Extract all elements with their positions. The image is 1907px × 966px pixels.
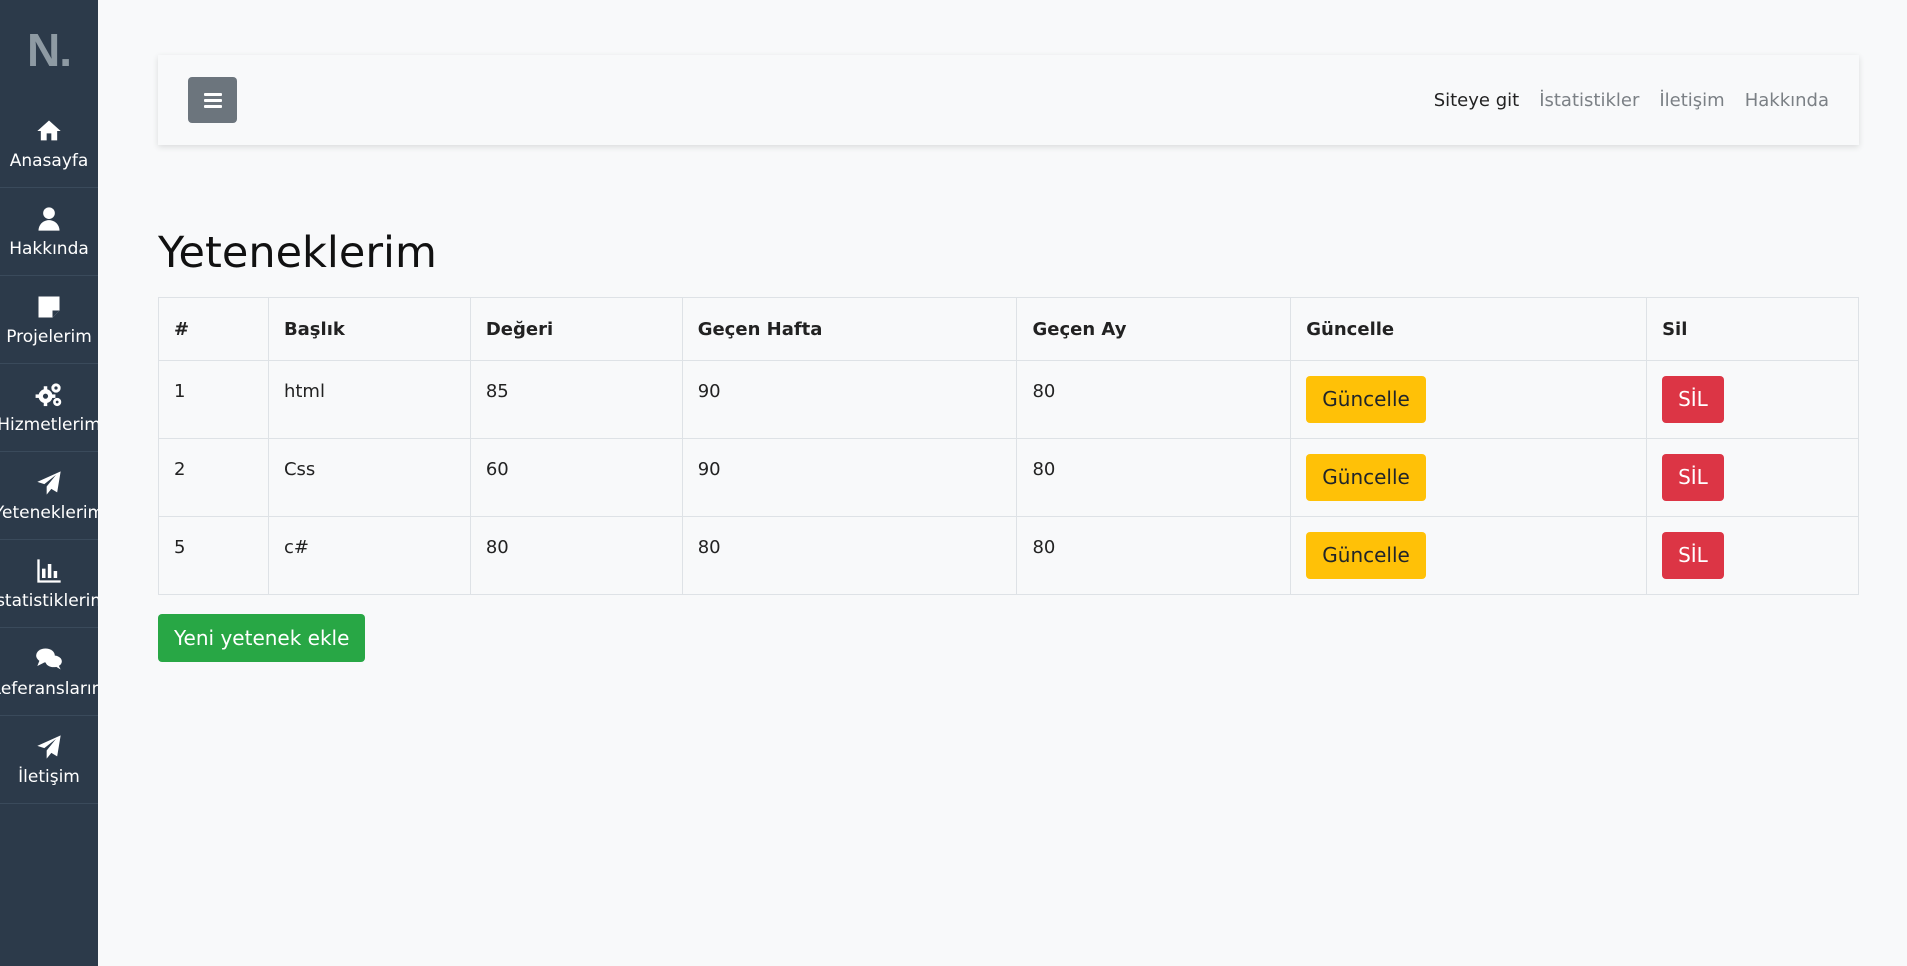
paper-plane-icon: [34, 468, 64, 498]
sidebar-item-label: Hizmetlerim: [0, 415, 101, 435]
user-icon: [34, 204, 64, 234]
cell-value: 85: [469, 360, 683, 439]
paper-plane-icon: [34, 732, 64, 762]
cell-last-month: 80: [1016, 438, 1292, 517]
sidebar-item-hakkinda[interactable]: Hakkında: [0, 188, 98, 276]
update-button[interactable]: Güncelle: [1306, 532, 1426, 579]
cell-last-month: 80: [1016, 516, 1292, 595]
delete-button[interactable]: SİL: [1662, 376, 1724, 423]
delete-button[interactable]: SİL: [1662, 454, 1724, 501]
sidebar-item-referanslarim[interactable]: Referanslarım: [0, 628, 108, 716]
sidebar-item-anasayfa[interactable]: Anasayfa: [0, 100, 98, 188]
nav-link-iletisim[interactable]: İletişim: [1659, 90, 1724, 111]
main-content: Siteye git İstatistikler İletişim Hakkın…: [98, 0, 1907, 966]
gears-icon: [34, 380, 64, 410]
top-nav-links: Siteye git İstatistikler İletişim Hakkın…: [1434, 90, 1829, 111]
sidebar-item-iletisim[interactable]: İletişim: [0, 716, 98, 804]
top-navbar: Siteye git İstatistikler İletişim Hakkın…: [158, 55, 1859, 145]
sidebar-item-label: Anasayfa: [9, 151, 89, 171]
update-button[interactable]: Güncelle: [1306, 376, 1426, 423]
sidebar: N. Anasayfa Hakkında Projelerim Hizmetle…: [0, 0, 108, 966]
sidebar-item-label: Projelerim: [6, 327, 92, 347]
home-icon: [34, 116, 64, 146]
comments-icon: [34, 644, 64, 674]
sidebar-item-label: Referanslarım: [0, 679, 109, 699]
nav-link-hakkinda[interactable]: Hakkında: [1745, 90, 1829, 111]
cell-update: Güncelle: [1290, 438, 1648, 517]
sidebar-item-yeteneklerim[interactable]: Yeteneklerim: [0, 452, 104, 540]
cell-delete: SİL: [1646, 438, 1859, 517]
cell-delete: SİL: [1646, 360, 1859, 439]
logo[interactable]: N.: [0, 0, 98, 100]
cell-delete: SİL: [1646, 516, 1859, 595]
bar-chart-icon: [34, 556, 64, 586]
delete-button[interactable]: SİL: [1662, 532, 1724, 579]
table-row: 1 html 85 90 80 Güncelle SİL: [158, 360, 1859, 439]
cell-id: 2: [158, 438, 269, 517]
menu-toggle-button[interactable]: [188, 77, 237, 123]
column-header: Değeri: [469, 297, 683, 361]
cell-title: c#: [267, 516, 471, 595]
table-row: 5 c# 80 80 80 Güncelle SİL: [158, 516, 1859, 595]
sidebar-item-istatistiklerim[interactable]: İstatistiklerim: [0, 540, 107, 628]
column-header: #: [158, 297, 269, 361]
column-header: Sil: [1646, 297, 1859, 361]
cell-value: 80: [469, 516, 683, 595]
hamburger-icon: [203, 90, 222, 111]
cell-last-week: 90: [681, 438, 1018, 517]
sidebar-item-label: İletişim: [18, 767, 80, 787]
sidebar-item-label: Yeteneklerim: [0, 503, 105, 523]
skills-table: # Başlık Değeri Geçen Hafta Geçen Ay Gün…: [158, 297, 1859, 595]
column-header: Başlık: [267, 297, 471, 361]
cell-last-month: 80: [1016, 360, 1292, 439]
sticky-note-icon: [34, 292, 64, 322]
cell-update: Güncelle: [1290, 516, 1648, 595]
cell-value: 60: [469, 438, 683, 517]
add-skill-button[interactable]: Yeni yetenek ekle: [158, 614, 366, 662]
table-header-row: # Başlık Değeri Geçen Hafta Geçen Ay Gün…: [158, 297, 1859, 361]
cell-last-week: 80: [681, 516, 1018, 595]
cell-title: html: [267, 360, 471, 439]
cell-title: Css: [267, 438, 471, 517]
sidebar-item-hizmetlerim[interactable]: Hizmetlerim: [0, 364, 101, 452]
column-header: Güncelle: [1290, 297, 1648, 361]
sidebar-item-projelerim[interactable]: Projelerim: [0, 276, 98, 364]
cell-last-week: 90: [681, 360, 1018, 439]
cell-id: 5: [158, 516, 269, 595]
nav-link-siteye-git[interactable]: Siteye git: [1434, 90, 1520, 111]
column-header: Geçen Ay: [1016, 297, 1292, 361]
nav-link-istatistikler[interactable]: İstatistikler: [1539, 90, 1639, 111]
column-header: Geçen Hafta: [681, 297, 1018, 361]
update-button[interactable]: Güncelle: [1306, 454, 1426, 501]
page-title: Yeteneklerim: [158, 228, 437, 278]
cell-id: 1: [158, 360, 269, 439]
sidebar-item-label: İstatistiklerim: [0, 591, 107, 611]
cell-update: Güncelle: [1290, 360, 1648, 439]
table-row: 2 Css 60 90 80 Güncelle SİL: [158, 438, 1859, 517]
sidebar-item-label: Hakkında: [9, 239, 89, 259]
